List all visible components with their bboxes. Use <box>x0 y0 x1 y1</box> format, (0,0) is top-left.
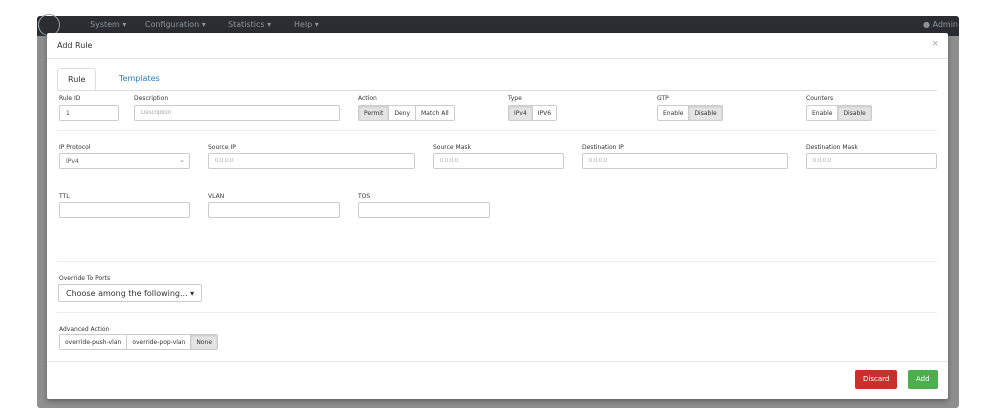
ip-protocol-value: IPv4 <box>66 158 79 165</box>
gtp-enable-button[interactable]: Enable <box>658 106 690 120</box>
action-permit-button[interactable]: Permit <box>359 106 390 120</box>
modal-title: Add Rule <box>57 41 93 50</box>
divider <box>47 361 948 362</box>
description-label: Description <box>134 95 169 102</box>
destination-ip-input[interactable] <box>582 153 788 169</box>
source-mask-label: Source Mask <box>433 144 471 151</box>
divider <box>57 130 937 131</box>
type-label: Type <box>508 95 522 102</box>
action-deny-button[interactable]: Deny <box>389 106 416 120</box>
destination-mask-input[interactable] <box>806 153 937 169</box>
tos-input[interactable] <box>358 202 490 218</box>
close-icon[interactable]: × <box>931 39 939 49</box>
override-push-vlan-button[interactable]: override-push-vlan <box>60 335 128 349</box>
nav-statistics[interactable]: Statistics ▾ <box>228 20 271 29</box>
gtp-button-group: Enable Disable <box>657 105 723 121</box>
add-rule-modal: Add Rule × Rule Templates Rule ID 1 Desc… <box>47 33 948 399</box>
divider <box>47 58 948 59</box>
type-button-group: IPv4 IPV6 <box>508 105 558 121</box>
tab-rule[interactable]: Rule <box>57 68 97 91</box>
override-pop-vlan-button[interactable]: override-pop-vlan <box>127 335 192 349</box>
override-ports-dropdown[interactable]: Choose among the following... ▾ <box>58 284 203 302</box>
source-mask-input[interactable] <box>433 153 564 169</box>
nav-help[interactable]: Help ▾ <box>294 20 319 29</box>
counters-disable-button[interactable]: Disable <box>838 106 871 120</box>
tab-divider <box>57 90 937 91</box>
counters-label: Counters <box>806 95 834 102</box>
nav-system[interactable]: System ▾ <box>90 20 126 29</box>
counters-button-group: Enable Disable <box>806 105 872 121</box>
gtp-disable-button[interactable]: Disable <box>689 106 722 120</box>
type-ipv4-button[interactable]: IPv4 <box>509 106 533 120</box>
divider <box>57 312 937 313</box>
add-button[interactable]: Add <box>908 370 938 389</box>
source-ip-input[interactable] <box>208 153 415 169</box>
ttl-label: TTL <box>59 193 70 200</box>
advanced-action-label: Advanced Action <box>59 326 110 333</box>
action-match-all-button[interactable]: Match All <box>416 106 454 120</box>
ttl-input[interactable] <box>59 202 190 218</box>
chevron-down-icon: ⌄ <box>179 156 185 164</box>
none-button[interactable]: None <box>191 335 218 349</box>
rule-id-input[interactable]: 1 <box>59 105 119 121</box>
advanced-action-button-group: override-push-vlan override-pop-vlan Non… <box>59 334 219 350</box>
description-input[interactable] <box>134 105 340 121</box>
type-ipv6-button[interactable]: IPV6 <box>532 106 557 120</box>
vlan-label: VLAN <box>208 193 225 200</box>
admin-label: Admin <box>932 20 959 29</box>
discard-button[interactable]: Discard <box>855 370 898 389</box>
tos-label: TOS <box>358 193 371 200</box>
tab-templates[interactable]: Templates <box>109 68 170 91</box>
action-label: Action <box>358 95 377 102</box>
ip-protocol-select[interactable]: IPv4 ⌄ <box>59 153 190 169</box>
counters-enable-button[interactable]: Enable <box>807 106 839 120</box>
destination-ip-label: Destination IP <box>582 144 624 151</box>
divider <box>57 261 937 262</box>
destination-mask-label: Destination Mask <box>806 144 858 151</box>
source-ip-label: Source IP <box>208 144 236 151</box>
ip-protocol-label: IP Protocol <box>59 144 91 151</box>
nav-configuration[interactable]: Configuration ▾ <box>145 20 206 29</box>
rule-id-label: Rule ID <box>59 95 81 102</box>
override-ports-label: Override To Ports <box>59 275 111 282</box>
gtp-label: GTP <box>657 95 669 102</box>
admin-user-menu[interactable]: ● Admin <box>923 20 958 29</box>
vlan-input[interactable] <box>208 202 340 218</box>
action-button-group: Permit Deny Match All <box>358 105 455 121</box>
